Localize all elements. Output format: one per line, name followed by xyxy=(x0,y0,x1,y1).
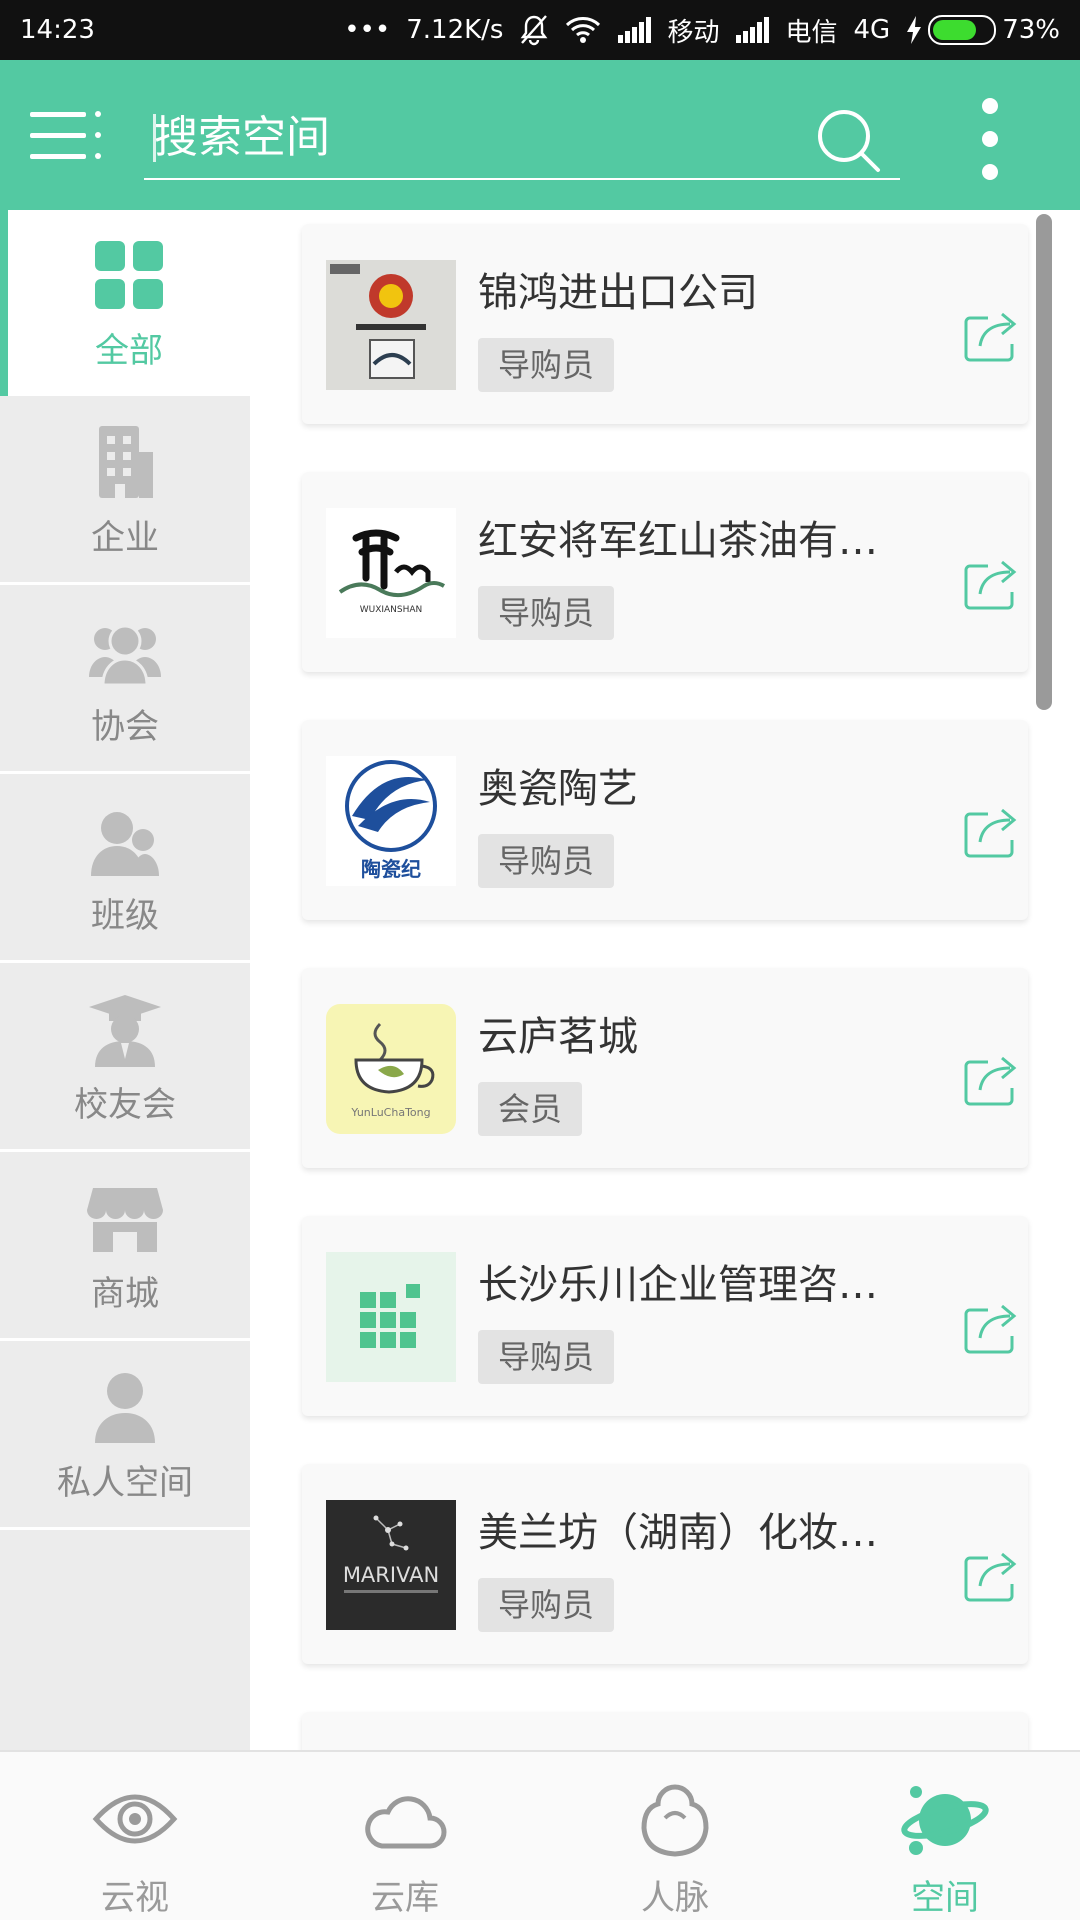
search-bar xyxy=(144,100,900,180)
logo-text: WUXIANSHAN xyxy=(360,605,423,615)
role-badge: 导购员 xyxy=(478,834,615,888)
list-item[interactable] xyxy=(302,1712,1028,1750)
network-type: 4G xyxy=(853,15,891,45)
list-item[interactable]: 锦鸿进出口公司 导购员 xyxy=(302,224,1028,424)
share-icon[interactable] xyxy=(962,1050,1020,1108)
nav-label: 空间 xyxy=(911,1878,979,1918)
more-vertical-icon[interactable] xyxy=(970,94,1010,184)
shop-icon xyxy=(85,1178,165,1258)
scrollbar[interactable] xyxy=(1036,214,1052,710)
signal-icon xyxy=(617,17,652,43)
person-icon xyxy=(85,1367,165,1447)
carrier-telecom: 电信 xyxy=(785,17,838,48)
nav-tab-renmai[interactable]: 人脉 xyxy=(540,1752,810,1920)
grid-icon xyxy=(89,235,169,315)
status-bar: 14:23 ••• 7.12K/s 移动 电信 4G 73% xyxy=(0,0,1080,60)
sidebar-item-all[interactable]: 全部 xyxy=(0,210,250,396)
battery-indicator: 73% xyxy=(906,15,1060,45)
signal-icon xyxy=(735,17,770,43)
category-sidebar: 全部 企业 协会 班级 校友会 商城 私人空间 xyxy=(0,210,250,1750)
wifi-icon xyxy=(565,16,601,44)
nav-tab-kongjian[interactable]: 空间 xyxy=(810,1752,1080,1920)
company-logo: 陶瓷纪 xyxy=(326,756,456,886)
share-icon[interactable] xyxy=(962,306,1020,364)
sidebar-item-label: 商城 xyxy=(91,1274,159,1314)
eye-icon xyxy=(90,1774,180,1864)
sidebar-item-mall[interactable]: 商城 xyxy=(0,1155,250,1341)
class-people-icon xyxy=(85,800,165,880)
sidebar-item-label: 全部 xyxy=(95,330,163,371)
list-item[interactable]: WUXIANSHAN 红安将军红山茶油有… 导购员 xyxy=(302,472,1028,672)
battery-icon xyxy=(928,15,997,45)
logo-text: 陶瓷纪 xyxy=(361,857,421,881)
item-name: 云庐茗城 xyxy=(478,1014,638,1060)
sidebar-item-label: 校友会 xyxy=(74,1085,176,1125)
group-icon xyxy=(85,611,165,691)
space-list: 锦鸿进出口公司 导购员 WUXIANSHAN 红安将军红山茶油有… 导购员 陶瓷… xyxy=(250,210,1080,1750)
sidebar-item-label: 私人空间 xyxy=(57,1463,193,1503)
hamburger-menu-icon[interactable] xyxy=(30,108,106,164)
bottom-navigation: 云视 云库 人脉 空间 xyxy=(0,1750,1080,1920)
list-item[interactable]: 长沙乐川企业管理咨… 导购员 xyxy=(302,1216,1028,1416)
share-icon[interactable] xyxy=(962,1546,1020,1604)
company-logo: WUXIANSHAN xyxy=(326,508,456,638)
nav-tab-yunku[interactable]: 云库 xyxy=(270,1752,540,1920)
nav-label: 云库 xyxy=(371,1878,439,1918)
graduate-icon xyxy=(85,989,165,1069)
battery-percent: 73% xyxy=(1002,15,1060,45)
company-logo xyxy=(326,1252,456,1382)
logo-text: YunLuChaTong xyxy=(350,1106,430,1119)
item-name: 长沙乐川企业管理咨… xyxy=(478,1262,878,1308)
status-dots: ••• xyxy=(344,15,391,45)
cloud-icon xyxy=(360,1774,450,1864)
app-header xyxy=(0,60,1080,210)
share-icon[interactable] xyxy=(962,554,1020,612)
role-badge: 导购员 xyxy=(478,1578,615,1632)
battery-fill xyxy=(933,20,976,40)
share-icon[interactable] xyxy=(962,1298,1020,1356)
company-logo: YunLuChaTong xyxy=(326,1004,456,1134)
role-badge: 导购员 xyxy=(478,1330,615,1384)
share-icon[interactable] xyxy=(962,802,1020,860)
item-name: 红安将军红山茶油有… xyxy=(478,518,878,564)
nav-tab-yunshi[interactable]: 云视 xyxy=(0,1752,270,1920)
contacts-icon xyxy=(630,1774,720,1864)
role-badge: 导购员 xyxy=(478,338,615,392)
sidebar-item-class[interactable]: 班级 xyxy=(0,777,250,963)
sidebar-item-private[interactable]: 私人空间 xyxy=(0,1344,250,1530)
sidebar-item-alumni[interactable]: 校友会 xyxy=(0,966,250,1152)
planet-icon xyxy=(900,1774,990,1864)
bell-off-icon xyxy=(519,14,549,46)
nav-label: 人脉 xyxy=(641,1878,709,1918)
role-badge: 导购员 xyxy=(478,586,615,640)
item-name: 锦鸿进出口公司 xyxy=(478,270,758,316)
list-item[interactable]: YunLuChaTong 云庐茗城 会员 xyxy=(302,968,1028,1168)
sidebar-item-association[interactable]: 协会 xyxy=(0,588,250,774)
item-name: 奥瓷陶艺 xyxy=(478,766,638,812)
company-logo xyxy=(326,260,456,390)
sidebar-item-label: 班级 xyxy=(91,896,159,936)
company-logo: MARIVAN xyxy=(326,1500,456,1630)
search-icon[interactable] xyxy=(814,106,884,176)
list-item[interactable]: 陶瓷纪 奥瓷陶艺 导购员 xyxy=(302,720,1028,920)
network-speed: 7.12K/s xyxy=(406,15,504,45)
list-item[interactable]: MARIVAN 美兰坊（湖南）化妆… 导购员 xyxy=(302,1464,1028,1664)
status-time: 14:23 xyxy=(20,15,95,45)
sidebar-item-enterprise[interactable]: 企业 xyxy=(0,399,250,585)
carrier-mobile: 移动 xyxy=(667,17,720,48)
building-icon xyxy=(85,422,165,502)
logo-text: MARIVAN xyxy=(343,1563,439,1587)
item-name: 美兰坊（湖南）化妆… xyxy=(478,1510,878,1556)
role-badge: 会员 xyxy=(478,1082,583,1136)
sidebar-item-label: 协会 xyxy=(91,707,159,747)
sidebar-item-label: 企业 xyxy=(91,518,159,558)
charging-icon xyxy=(906,16,922,44)
search-input[interactable] xyxy=(154,100,794,174)
nav-label: 云视 xyxy=(101,1878,169,1918)
